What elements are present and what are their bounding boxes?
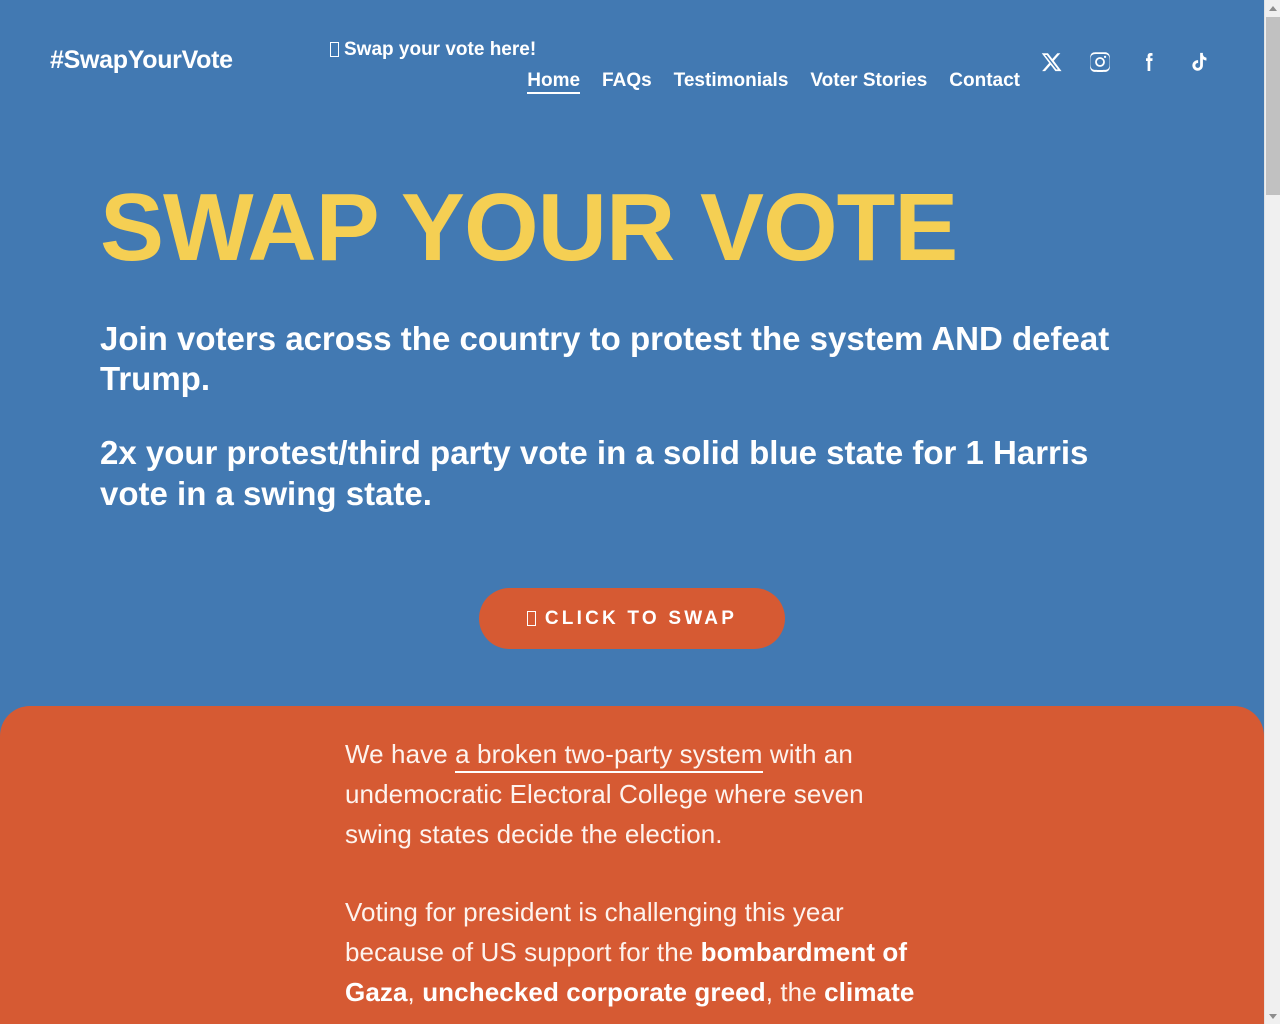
scroll-down-arrow-icon — [1268, 1013, 1277, 1019]
click-to-swap-button[interactable]: CLICK TO SWAP — [478, 588, 786, 649]
hero-subtitle-2: 2x your protest/third party vote in a so… — [100, 434, 1089, 512]
browser-page: #SwapYourVote Swap your vote here! Home FA… — [0, 0, 1280, 1024]
vertical-scrollbar[interactable] — [1264, 0, 1280, 1024]
hero-subtitle-1: Join voters across the country to protes… — [100, 319, 1110, 398]
nav-item-home[interactable]: Home — [527, 70, 581, 94]
intro-section: We have a broken two-party system with a… — [0, 706, 1264, 1024]
hero-content: SWAP YOUR VOTE Join voters across the co… — [100, 174, 1170, 514]
intro-paragraph-2: Voting for president is challenging this… — [345, 892, 925, 1012]
scrollbar-thumb[interactable] — [1266, 17, 1280, 195]
nav-promo-swap-here[interactable]: Swap your vote here! — [330, 34, 536, 65]
hero-title: SWAP YOUR VOTE — [100, 174, 958, 281]
intro-p1-before: We have — [345, 739, 456, 769]
hero-section: #SwapYourVote Swap your vote here! Home FA… — [0, 0, 1264, 706]
cta-emoji-icon — [526, 611, 536, 626]
intro-p2-part3: , the — [765, 977, 825, 1007]
instagram-icon[interactable] — [1086, 48, 1114, 76]
nav-promo-label: Swap your vote here! — [344, 39, 537, 60]
tiktok-icon[interactable] — [1184, 48, 1212, 76]
social-links — [1037, 48, 1212, 76]
intro-paragraph-1: We have a broken two-party system with a… — [345, 734, 925, 854]
site-header: #SwapYourVote Swap your vote here! Home FA… — [0, 0, 1264, 112]
page-viewport: #SwapYourVote Swap your vote here! Home FA… — [0, 0, 1264, 1024]
intro-content: We have a broken two-party system with a… — [345, 734, 925, 1012]
nav-item-voter-stories[interactable]: Voter Stories — [810, 70, 927, 91]
primary-navigation: Swap your vote here! Home FAQs Testimonials… — [330, 34, 1020, 97]
scroll-up-button[interactable] — [1265, 0, 1280, 16]
site-logo[interactable]: #SwapYourVote — [50, 48, 233, 73]
intro-p2-part2: , — [407, 977, 423, 1007]
hero-cta-container: CLICK TO SWAP — [0, 588, 1264, 649]
scroll-up-arrow-icon — [1268, 5, 1277, 11]
intro-p2-bold-greed: unchecked corporate greed — [422, 977, 766, 1007]
nav-item-faqs[interactable]: FAQs — [602, 70, 652, 91]
facebook-icon[interactable] — [1135, 48, 1163, 76]
nav-item-testimonials[interactable]: Testimonials — [674, 70, 789, 91]
promo-emoji-icon — [330, 42, 339, 57]
nav-item-contact[interactable]: Contact — [949, 70, 1020, 91]
scroll-down-button[interactable] — [1265, 1008, 1280, 1024]
broken-two-party-system-link[interactable]: a broken two-party system — [455, 739, 763, 773]
intro-p2-bold-climate: climate — [824, 977, 915, 1007]
x-twitter-icon[interactable] — [1037, 48, 1065, 76]
cta-label: CLICK TO SWAP — [544, 608, 738, 629]
